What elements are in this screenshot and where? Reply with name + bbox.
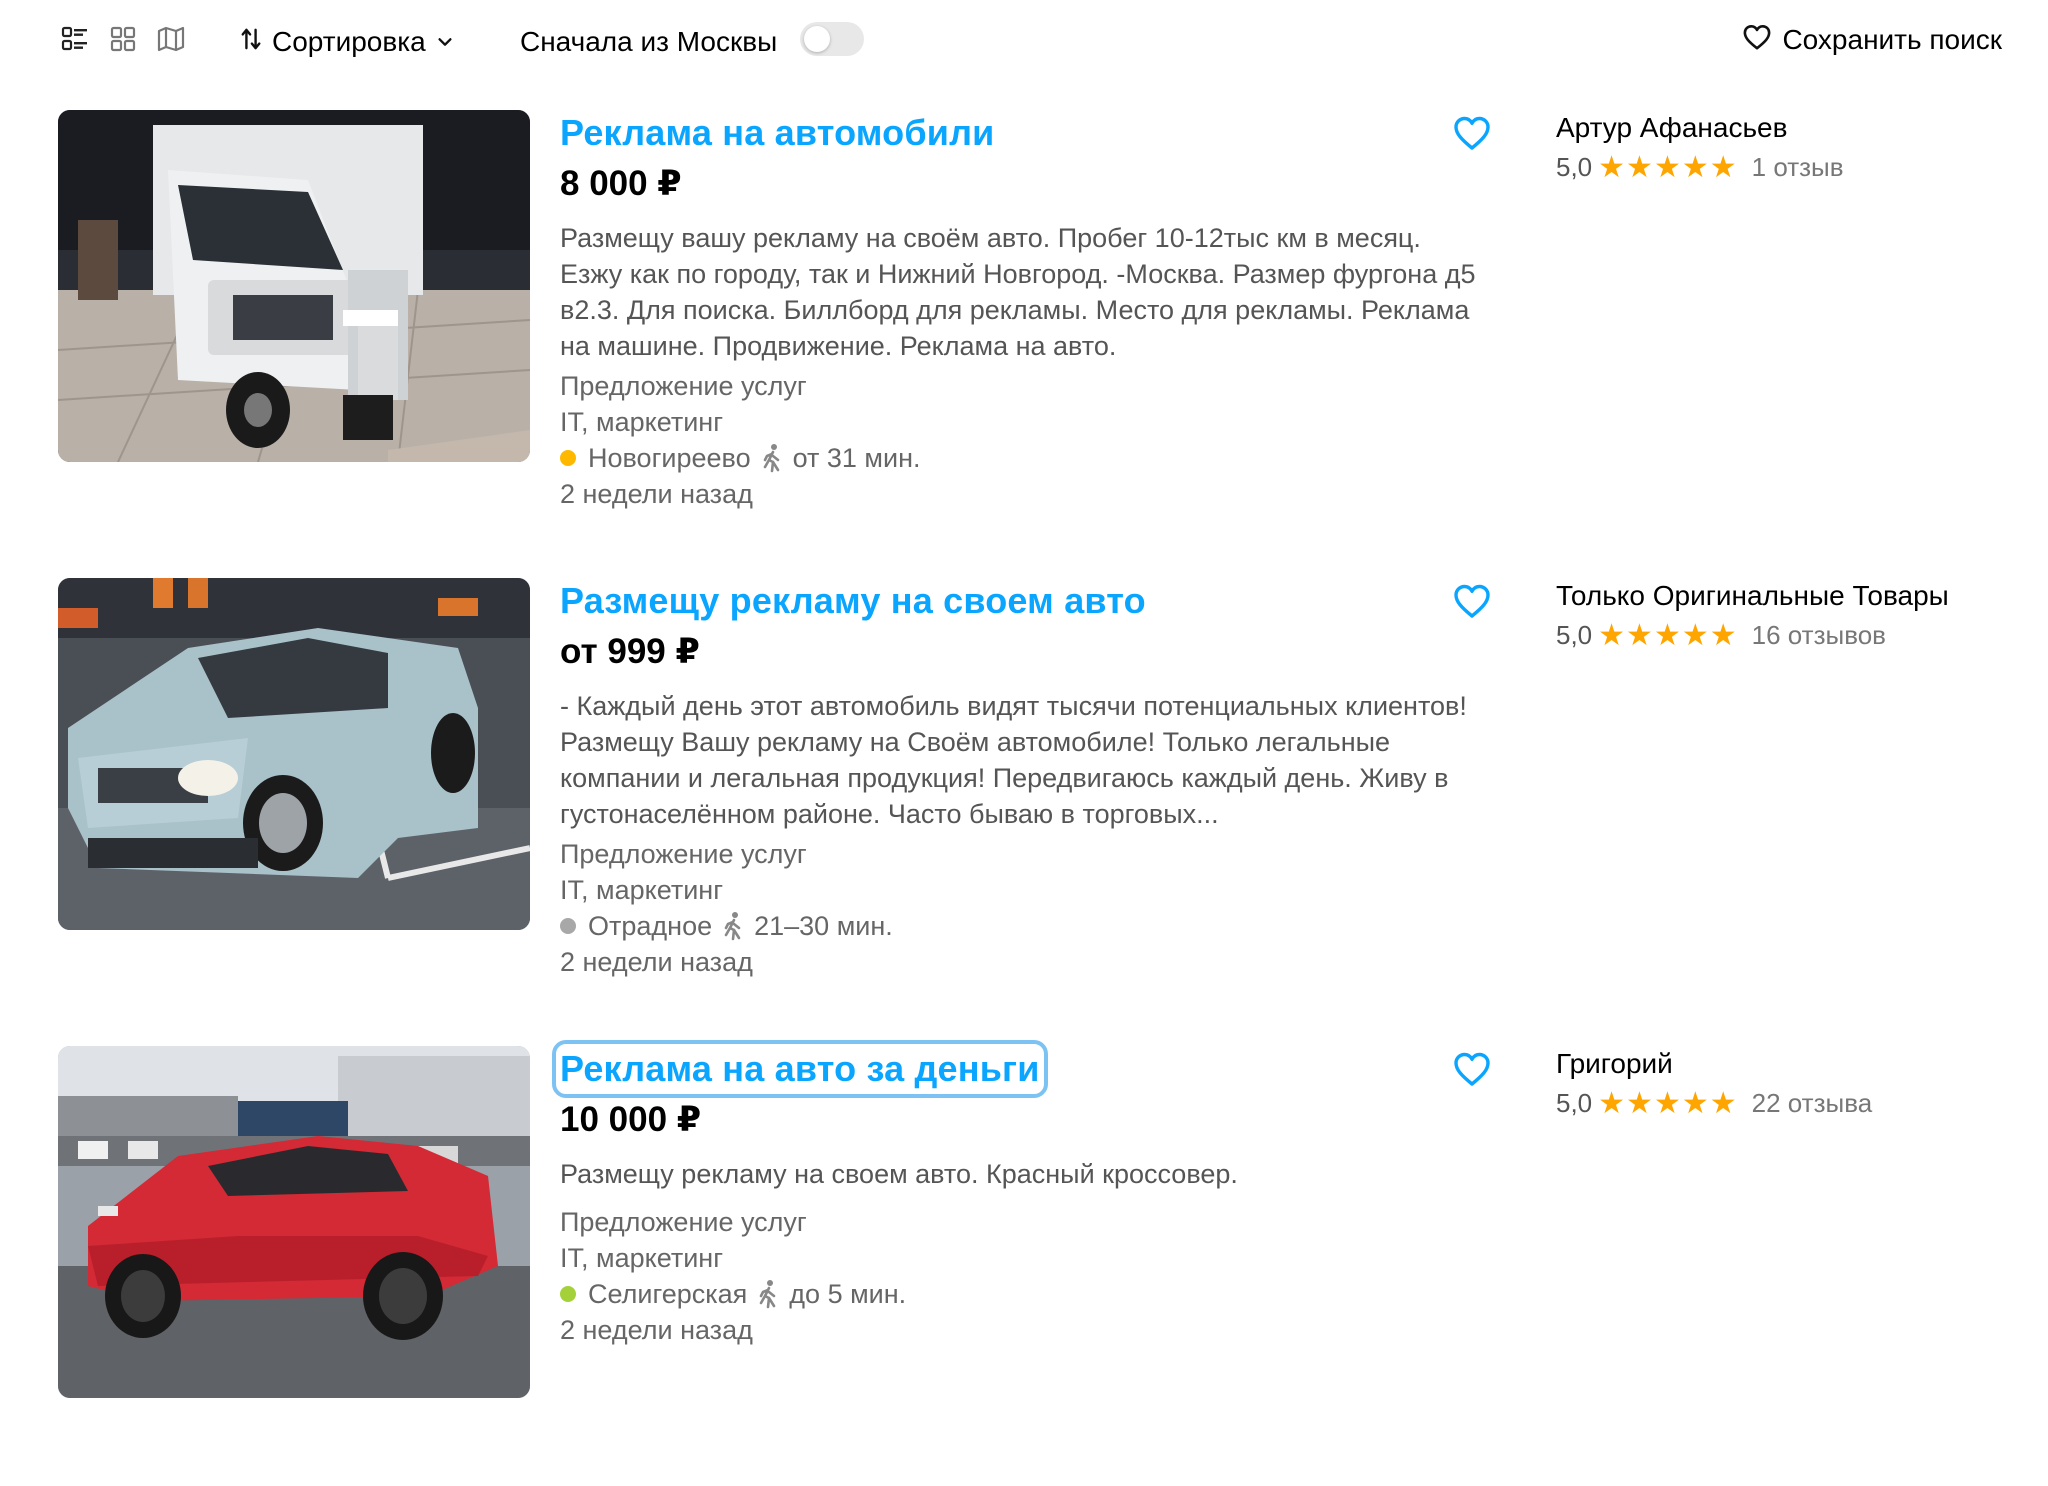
seller-rating: 5,0 ★★★★★ 22 отзыва bbox=[1556, 1086, 1872, 1121]
rating-stars: ★★★★★ bbox=[1598, 1087, 1738, 1120]
sort-label: Сортировка bbox=[272, 26, 426, 57]
moscow-first-toggle[interactable] bbox=[800, 22, 864, 56]
reviews-count[interactable]: 22 отзыва bbox=[1752, 1088, 1873, 1119]
listing-photo[interactable] bbox=[58, 1046, 530, 1398]
walk-time: до 5 мин. bbox=[789, 1279, 907, 1309]
rating-value: 5,0 bbox=[1556, 152, 1593, 182]
walk-time: 21–30 мин. bbox=[754, 911, 893, 941]
metro-station: Новогиреево bbox=[588, 443, 751, 473]
listing-title[interactable]: Реклама на авто за деньги bbox=[552, 1040, 1048, 1098]
listing-date: 2 недели назад bbox=[560, 1315, 753, 1345]
favorite-heart-icon[interactable] bbox=[1452, 1050, 1492, 1088]
listing-category: IT, маркетинг bbox=[560, 407, 724, 437]
pedestrian-icon bbox=[720, 911, 746, 941]
grid-view-icon[interactable] bbox=[108, 24, 138, 54]
metro-line-dot bbox=[560, 1286, 576, 1302]
listing-card: Реклама на автомобили 8 000 ₽ Размещу ва… bbox=[0, 110, 2048, 550]
seller-name[interactable]: Григорий bbox=[1556, 1048, 1673, 1080]
listing-title[interactable]: Размещу рекламу на своем авто bbox=[560, 580, 1146, 622]
save-search-label: Сохранить поиск bbox=[1782, 24, 2002, 55]
metro-station: Отрадное bbox=[588, 911, 713, 941]
listing-card: Размещу рекламу на своем авто от 999 ₽ -… bbox=[0, 578, 2048, 1018]
reviews-count[interactable]: 16 отзывов bbox=[1752, 620, 1886, 651]
listing-location: Селигерская до 5 мин. bbox=[560, 1276, 906, 1312]
pedestrian-icon bbox=[759, 443, 785, 473]
listing-category: IT, маркетинг bbox=[560, 1243, 724, 1273]
sort-arrows-icon bbox=[240, 26, 262, 59]
map-view-icon[interactable] bbox=[156, 24, 186, 54]
rating-value: 5,0 bbox=[1556, 1088, 1593, 1118]
listing-card: Реклама на авто за деньги 10 000 ₽ Разме… bbox=[0, 1040, 2048, 1486]
listing-price: 10 000 ₽ bbox=[560, 1100, 702, 1139]
moscow-first-label: Сначала из Москвы bbox=[520, 26, 778, 57]
toolbar: Сортировка Сначала из Москвы Сохранить п… bbox=[0, 0, 2048, 84]
listing-type: Предложение услуг bbox=[560, 1207, 807, 1237]
rating-stars: ★★★★★ bbox=[1598, 619, 1738, 652]
listing-photo[interactable] bbox=[58, 110, 530, 462]
listing-description: Размещу рекламу на своем авто. Красный к… bbox=[560, 1159, 1238, 1189]
listing-price: от 999 ₽ bbox=[560, 632, 700, 671]
chevron-down-icon bbox=[436, 26, 454, 58]
list-view-icon[interactable] bbox=[60, 24, 90, 54]
listing-location: Новогиреево от 31 мин. bbox=[560, 440, 921, 476]
metro-line-dot bbox=[560, 450, 576, 466]
listing-location: Отрадное 21–30 мин. bbox=[560, 908, 893, 944]
seller-rating: 5,0 ★★★★★ 1 отзыв bbox=[1556, 150, 1844, 185]
listing-description: Размещу вашу рекламу на своём авто. Проб… bbox=[560, 223, 1476, 361]
listing-title[interactable]: Реклама на автомобили bbox=[560, 112, 995, 154]
listing-photo[interactable] bbox=[58, 578, 530, 930]
sort-button[interactable]: Сортировка bbox=[240, 20, 454, 64]
pedestrian-icon bbox=[755, 1279, 781, 1309]
listing-date: 2 недели назад bbox=[560, 479, 753, 509]
listing-type: Предложение услуг bbox=[560, 839, 807, 869]
listing-price: 8 000 ₽ bbox=[560, 164, 682, 203]
listing-date: 2 недели назад bbox=[560, 947, 753, 977]
rating-stars: ★★★★★ bbox=[1598, 151, 1738, 184]
walk-time: от 31 мин. bbox=[792, 443, 921, 473]
rating-value: 5,0 bbox=[1556, 620, 1593, 650]
toggle-knob bbox=[804, 26, 830, 52]
listing-description: - Каждый день этот автомобиль видят тыся… bbox=[560, 691, 1467, 829]
metro-station: Селигерская bbox=[588, 1279, 748, 1309]
listing-category: IT, маркетинг bbox=[560, 875, 724, 905]
heart-icon bbox=[1742, 23, 1772, 58]
seller-rating: 5,0 ★★★★★ 16 отзывов bbox=[1556, 618, 1886, 653]
reviews-count[interactable]: 1 отзыв bbox=[1752, 152, 1844, 183]
seller-name[interactable]: Артур Афанасьев bbox=[1556, 112, 1787, 144]
metro-line-dot bbox=[560, 918, 576, 934]
listing-type: Предложение услуг bbox=[560, 371, 807, 401]
favorite-heart-icon[interactable] bbox=[1452, 114, 1492, 152]
favorite-heart-icon[interactable] bbox=[1452, 582, 1492, 620]
seller-name[interactable]: Только Оригинальные Товары bbox=[1556, 580, 1949, 612]
save-search-button[interactable]: Сохранить поиск bbox=[1742, 18, 2002, 62]
